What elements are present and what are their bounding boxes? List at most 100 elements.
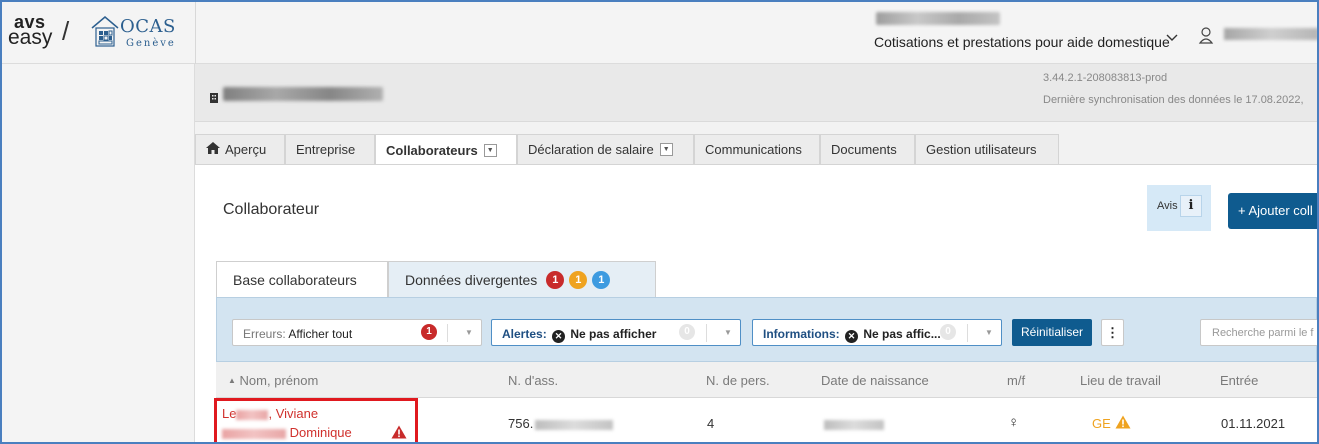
warning-icon[interactable]	[1115, 415, 1131, 429]
column-n-ass[interactable]: N. d'ass.	[508, 373, 558, 388]
sync-status: Dernière synchronisation des données le …	[1043, 94, 1304, 106]
warning-count-badge: 1	[569, 270, 588, 289]
tab-apercu[interactable]: Aperçu	[195, 134, 285, 164]
caret-down-icon[interactable]: ▼	[483, 143, 497, 157]
tab-collaborateurs-label: Collaborateurs	[386, 142, 478, 158]
organization-name-redacted	[876, 12, 1000, 25]
user-icon[interactable]	[1198, 26, 1214, 46]
cell-date-naissance	[824, 416, 884, 431]
collaborator-name-line2[interactable]: Dominique	[222, 425, 352, 440]
entity-name-redacted	[223, 87, 383, 101]
organization-selector[interactable]: Cotisations et prestations pour aide dom…	[874, 12, 1174, 50]
logo-separator: /	[62, 16, 70, 46]
logo-easy-text: easy	[8, 26, 53, 49]
name1-suffix: , Viviane	[268, 406, 319, 421]
nass-redacted	[535, 419, 614, 430]
main-panel: Collaborateur Avis i + Ajouter coll Base…	[195, 164, 1317, 442]
tab-collaborateurs[interactable]: Collaborateurs ▼	[375, 134, 517, 165]
avis-box: Avis i	[1147, 185, 1211, 231]
column-nom-prenom[interactable]: ▲ Nom, prénom	[228, 373, 318, 388]
table-header: ▲ Nom, prénom N. d'ass. N. de pers. Date…	[216, 362, 1317, 398]
chevron-down-icon[interactable]	[1166, 30, 1178, 45]
tab-gestion-label: Gestion utilisateurs	[926, 142, 1037, 157]
more-options-icon[interactable]: ⋮	[1101, 319, 1124, 346]
caret-down-icon[interactable]: ▼	[985, 328, 993, 337]
tab-declaration-label: Déclaration de salaire	[528, 142, 654, 157]
birthdate-redacted	[824, 419, 884, 430]
errors-filter-label: Erreurs: Afficher tout	[243, 327, 352, 341]
alerts-label: Alertes:	[502, 327, 547, 341]
sort-up-icon: ▲	[228, 376, 236, 385]
informations-filter-select[interactable]: Informations: ✕ Ne pas affic... 0 ▼	[752, 319, 1002, 346]
app-window: avs easy / OCAS Genève Cotisations et pr…	[0, 0, 1319, 444]
column-nom-label: Nom, prénom	[239, 373, 319, 388]
select-divider	[967, 324, 968, 342]
tab-entreprise-label: Entreprise	[296, 142, 356, 157]
cell-n-pers: 4	[707, 416, 715, 431]
building-icon	[209, 92, 219, 106]
female-icon: ♀	[1008, 414, 1020, 431]
table-row[interactable]: Le , Viviane Dominique 756. 4 ♀ GE 01.11.…	[214, 398, 1317, 442]
caret-down-icon[interactable]: ▼	[465, 328, 473, 337]
errors-filter-select[interactable]: Erreurs: Afficher tout 1 ▼	[232, 319, 482, 346]
ocas-geneve-logo[interactable]: OCAS Genève	[90, 12, 190, 54]
info-count: 0	[940, 324, 956, 340]
info-label: Informations:	[763, 327, 840, 341]
name-redacted	[236, 409, 269, 420]
name1-prefix: Le	[222, 406, 237, 421]
header-divider	[195, 2, 196, 64]
app-version: 3.44.2.1-208083813-prod	[1043, 72, 1168, 84]
x-circle-icon: ✕	[552, 330, 566, 343]
error-warning-icon[interactable]	[391, 425, 407, 439]
tab-documents[interactable]: Documents	[820, 134, 915, 164]
tab-gestion-utilisateurs[interactable]: Gestion utilisateurs	[915, 134, 1059, 164]
caret-down-icon[interactable]: ▼	[659, 143, 673, 156]
tab-documents-label: Documents	[831, 142, 897, 157]
cell-entree: 01.11.2021	[1221, 416, 1286, 431]
alerts-value: Ne pas afficher	[570, 327, 657, 341]
reset-button[interactable]: Réinitialiser	[1012, 319, 1092, 346]
info-count-badge: 1	[592, 270, 611, 289]
left-sidebar	[2, 64, 195, 442]
nass-prefix: 756.	[508, 416, 534, 431]
alerts-filter-label: Alertes: ✕ Ne pas afficher	[502, 327, 656, 343]
avis-label: Avis	[1157, 200, 1178, 212]
error-count-badge: 1	[546, 270, 565, 289]
column-mf[interactable]: m/f	[1007, 373, 1025, 388]
subtab-divergent-label: Données divergentes	[405, 271, 538, 288]
tab-declaration-salaire[interactable]: Déclaration de salaire ▼	[517, 134, 694, 164]
top-bar: avs easy / OCAS Genève Cotisations et pr…	[2, 2, 1317, 64]
organization-subtitle: Cotisations et prestations pour aide dom…	[874, 34, 1170, 50]
home-icon	[206, 142, 220, 157]
entity-header: 3.44.2.1-208083813-prod Dernière synchro…	[195, 64, 1317, 122]
alerts-filter-select[interactable]: Alertes: ✕ Ne pas afficher 0 ▼	[491, 319, 741, 346]
info-icon[interactable]: i	[1180, 195, 1202, 217]
add-collaborator-button[interactable]: + Ajouter coll	[1228, 193, 1317, 229]
logo-ocas-text: OCAS	[120, 16, 176, 37]
tab-communications-label: Communications	[705, 142, 802, 157]
caret-down-icon[interactable]: ▼	[724, 328, 732, 337]
lieu-value: GE	[1092, 416, 1111, 431]
logo-geneve-text: Genève	[126, 38, 176, 49]
user-name-redacted[interactable]	[1224, 28, 1317, 40]
errors-label: Erreurs:	[243, 327, 286, 341]
column-n-pers[interactable]: N. de pers.	[706, 373, 770, 388]
filter-bar: Erreurs: Afficher tout 1 ▼ Alertes: ✕ Ne…	[216, 297, 1317, 362]
tab-communications[interactable]: Communications	[694, 134, 820, 164]
cell-lieu-travail: GE	[1092, 416, 1111, 431]
building-logo-icon	[91, 16, 119, 47]
alerts-count: 0	[679, 324, 695, 340]
search-input[interactable]: Recherche parmi le f	[1200, 319, 1317, 346]
collaborator-name-line1[interactable]: Le , Viviane	[222, 406, 318, 421]
subtab-base-collaborateurs[interactable]: Base collaborateurs	[216, 261, 388, 298]
subtab-donnees-divergentes[interactable]: Données divergentes 1 1 1	[388, 261, 656, 297]
column-entree[interactable]: Entrée	[1220, 373, 1258, 388]
tab-entreprise[interactable]: Entreprise	[285, 134, 375, 164]
select-divider	[447, 324, 448, 342]
column-lieu-travail[interactable]: Lieu de travail	[1080, 373, 1161, 388]
avs-easy-logo[interactable]: avs easy	[8, 12, 60, 52]
column-date-naissance[interactable]: Date de naissance	[821, 373, 929, 388]
info-value: Ne pas affic...	[863, 327, 941, 341]
subtab-base-label: Base collaborateurs	[233, 272, 357, 288]
page-title: Collaborateur	[223, 201, 320, 218]
